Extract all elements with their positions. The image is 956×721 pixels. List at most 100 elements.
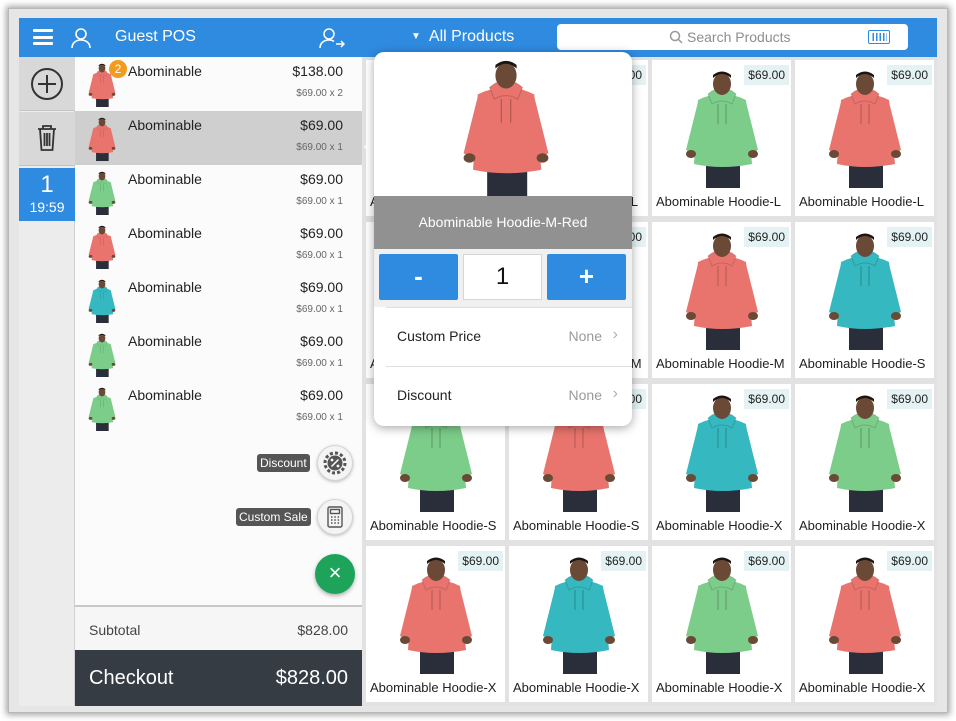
cart-item-price: $69.00 (300, 387, 343, 403)
product-price: $69.00 (601, 551, 646, 571)
percent-gear-icon (323, 451, 347, 475)
product-price: $69.00 (887, 551, 932, 571)
product-card[interactable]: $69.00 Abominable Hoodie-X (652, 384, 791, 540)
cart-item-price: $138.00 (292, 63, 343, 79)
product-name: Abominable Hoodie-X (799, 680, 926, 695)
product-card[interactable]: $69.00 Abominable Hoodie-L (795, 60, 934, 216)
discount-button[interactable] (317, 445, 353, 481)
caret-down-icon: ▼ (411, 31, 421, 42)
product-price: $69.00 (887, 65, 932, 85)
cart-item-thumbnail (83, 223, 121, 269)
product-card[interactable]: $69.00 Abominable Hoodie-X (795, 546, 934, 702)
calculator-icon (327, 506, 343, 528)
cart-item[interactable]: Abominable $69.00 $69.00 x 1 (75, 327, 362, 381)
pos-screen: Guest POS ▼ All Products Search Products (19, 18, 937, 706)
cart-item-price: $69.00 (300, 225, 343, 241)
discount-label: Discount (257, 454, 310, 472)
product-price: $69.00 (744, 65, 789, 85)
product-card[interactable]: $69.00 Abominable Hoodie-S (795, 222, 934, 378)
product-price: $69.00 (744, 227, 789, 247)
chevron-right-icon: › (612, 385, 618, 402)
cart-item-thumbnail (83, 277, 121, 323)
delete-order-button[interactable] (19, 112, 75, 166)
checkout-label: Checkout (89, 667, 174, 689)
cart-item[interactable]: Abominable $69.00 $69.00 x 1 (75, 219, 362, 273)
cart-item-qty-line: $69.00 x 1 (296, 304, 343, 315)
product-card[interactable]: $69.00 Abominable Hoodie-L (652, 60, 791, 216)
order-time: 19:59 (29, 199, 65, 215)
product-card[interactable]: $69.00 Abominable Hoodie-X (795, 384, 934, 540)
search-input[interactable]: Search Products (557, 24, 908, 50)
cart-item-name: Abominable (128, 171, 202, 187)
product-popover: Abominable Hoodie-M-Red - 1 + Custom Pri… (374, 52, 632, 426)
custom-price-value: None (568, 328, 602, 344)
quantity-badge: 2 (109, 60, 127, 78)
checkout-button[interactable]: Checkout $828.00 (75, 650, 362, 706)
cart-item[interactable]: Abominable $69.00 $69.00 x 1 (75, 381, 362, 435)
chevron-right-icon: › (612, 326, 618, 343)
product-card[interactable]: $69.00 Abominable Hoodie-M (652, 222, 791, 378)
subtotal-value: $828.00 (297, 622, 348, 638)
product-card[interactable]: $69.00 Abominable Hoodie-X (366, 546, 505, 702)
cart-item[interactable]: Abominable $69.00 $69.00 x 1 (75, 111, 362, 165)
cart-item-name: Abominable (128, 333, 202, 349)
cart-item-thumbnail (83, 385, 121, 431)
add-icon (31, 68, 63, 100)
order-number: 1 (40, 171, 54, 198)
product-price: $69.00 (744, 551, 789, 571)
product-card[interactable]: $69.00 Abominable Hoodie-X (509, 546, 648, 702)
cart-item-thumbnail (83, 169, 121, 215)
custom-sale-label: Custom Sale (236, 508, 311, 526)
custom-sale-button[interactable] (317, 499, 353, 535)
cart-item-price: $69.00 (300, 279, 343, 295)
discount-row-value: None (568, 387, 602, 403)
custom-price-label: Custom Price (397, 328, 482, 344)
barcode-icon[interactable] (868, 30, 890, 44)
product-name: Abominable Hoodie-M (656, 356, 785, 371)
cart-item-price: $69.00 (300, 171, 343, 187)
category-dropdown[interactable]: ▼ All Products (411, 28, 514, 46)
quantity-field[interactable]: 1 (463, 254, 542, 300)
product-name: Abominable Hoodie-S (513, 518, 640, 533)
product-price: $69.00 (744, 389, 789, 409)
cart-item-name: Abominable (128, 117, 202, 133)
close-icon: × (328, 560, 342, 585)
subtotal-label: Subtotal (89, 622, 141, 638)
cart-item-name: Abominable (128, 279, 202, 295)
search-icon (669, 30, 683, 44)
cart-item[interactable]: 2 Abominable $138.00 $69.00 x 2 (75, 57, 362, 111)
category-label: All Products (428, 28, 515, 45)
cart-item-qty-line: $69.00 x 1 (296, 196, 343, 207)
cart-item-thumbnail (83, 331, 121, 377)
product-card[interactable]: $69.00 Abominable Hoodie-X (652, 546, 791, 702)
cart-item-name: Abominable (128, 225, 202, 241)
cart-item-thumbnail (83, 115, 121, 161)
popover-product-image (454, 52, 558, 198)
checkout-total: $828.00 (275, 667, 348, 689)
discount-row[interactable]: Discount None › (386, 366, 632, 424)
product-name: Abominable Hoodie-X (799, 518, 926, 533)
cart-item-price: $69.00 (300, 117, 343, 133)
app-frame: Guest POS ▼ All Products Search Products (8, 8, 948, 713)
decrease-quantity-button[interactable]: - (379, 254, 458, 300)
user-icon[interactable] (69, 26, 93, 50)
user-switch-icon[interactable] (319, 26, 345, 50)
menu-icon[interactable] (33, 29, 53, 45)
product-name: Abominable Hoodie-L (799, 194, 925, 209)
subtotal-row: Subtotal $828.00 (75, 605, 362, 650)
cart-item-qty-line: $69.00 x 1 (296, 250, 343, 261)
quantity-stepper: - 1 + (374, 249, 632, 307)
order-tab[interactable]: 1 19:59 (19, 168, 75, 221)
add-order-button[interactable] (19, 57, 75, 111)
increase-quantity-button[interactable]: + (547, 254, 626, 300)
product-name: Abominable Hoodie-X (656, 518, 783, 533)
product-name: Abominable Hoodie-L (656, 194, 782, 209)
cart-item[interactable]: Abominable $69.00 $69.00 x 1 (75, 273, 362, 327)
product-name: Abominable Hoodie-X (370, 680, 497, 695)
search-placeholder: Search Products (687, 29, 791, 45)
cart-item[interactable]: Abominable $69.00 $69.00 x 1 (75, 165, 362, 219)
custom-price-row[interactable]: Custom Price None › (386, 307, 632, 365)
cart-panel: 2 Abominable $138.00 $69.00 x 2 Abominable $6… (75, 57, 362, 706)
cart-item-name: Abominable (128, 387, 202, 403)
close-fab-button[interactable]: × (315, 554, 355, 594)
